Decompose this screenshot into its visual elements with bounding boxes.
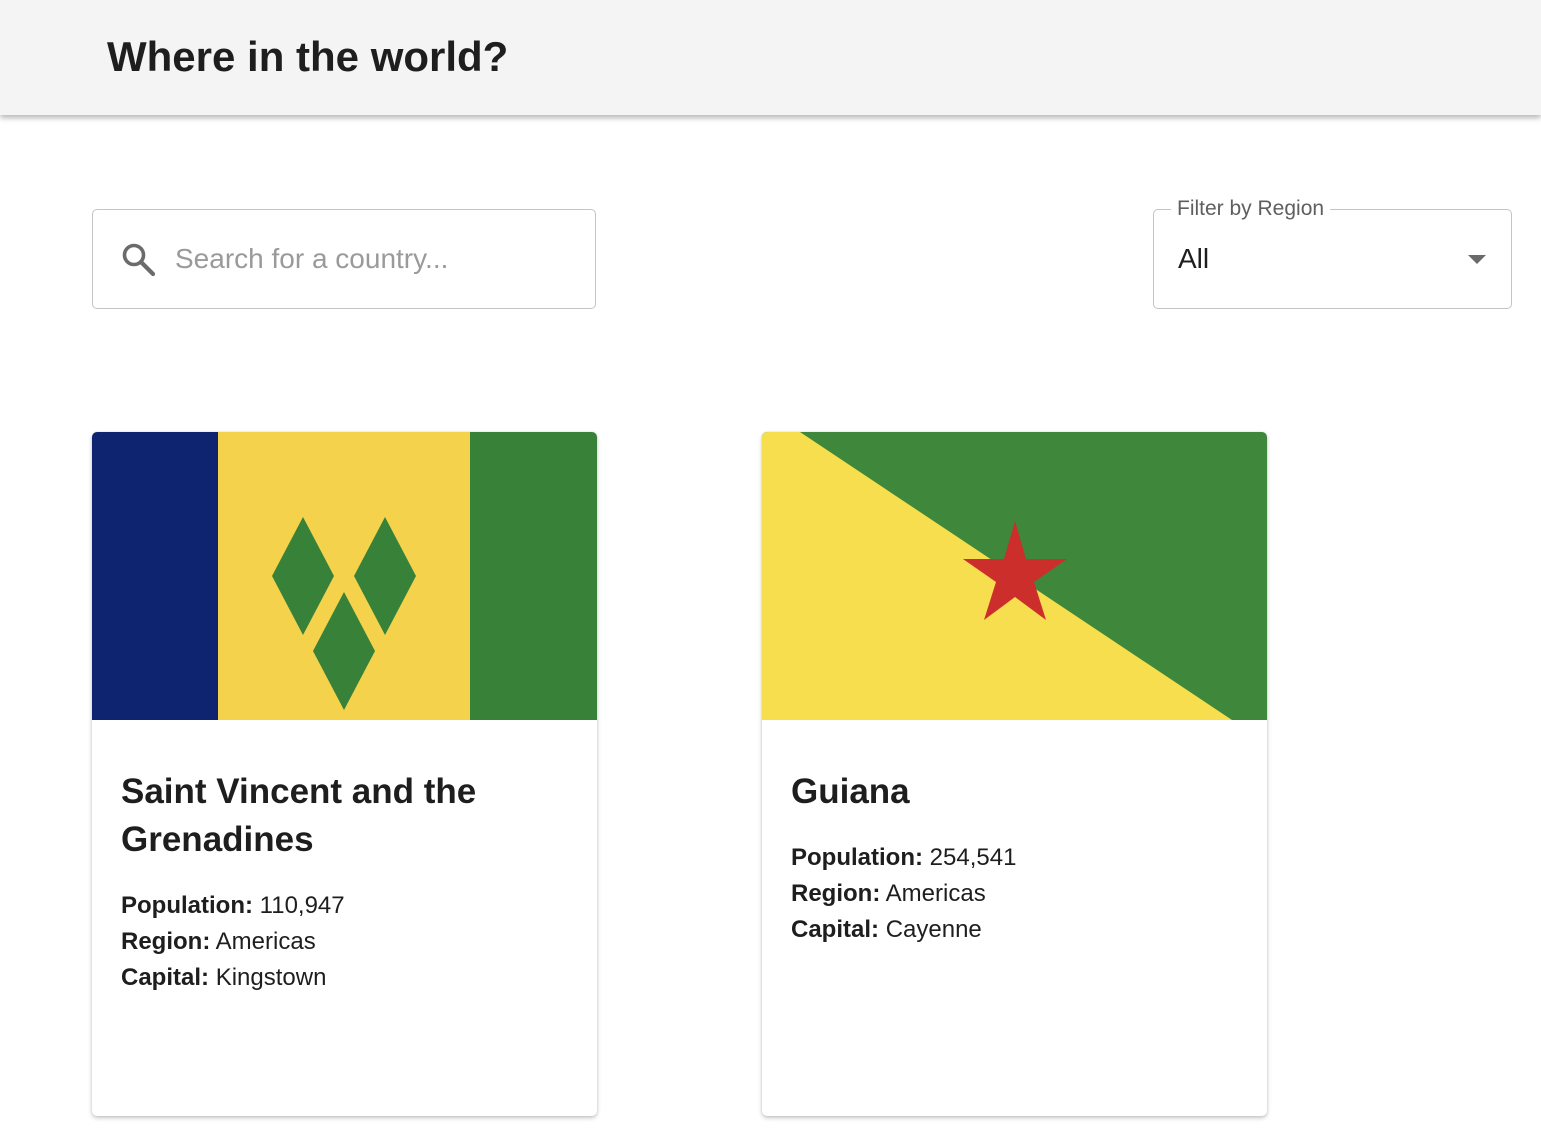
country-stats: Population: 110,947 Region: Americas Cap… xyxy=(121,888,345,996)
region-filter-value[interactable]: All xyxy=(1178,243,1209,275)
flag-guiana-image xyxy=(762,432,1267,720)
chevron-down-icon[interactable] xyxy=(1468,255,1486,264)
capital-row: Capital: Kingstown xyxy=(121,960,345,996)
region-label: Region: xyxy=(791,880,881,907)
country-name: Guiana xyxy=(791,772,910,811)
region-value: Americas xyxy=(885,880,986,907)
population-row: Population: 254,541 xyxy=(791,840,1016,876)
region-filter-label: Filter by Region xyxy=(1171,197,1331,221)
search-input[interactable] xyxy=(175,236,575,282)
flag-saint-vincent-image xyxy=(92,432,597,720)
capital-row: Capital: Cayenne xyxy=(791,912,1016,948)
region-row: Region: Americas xyxy=(121,924,345,960)
region-label: Region: xyxy=(121,928,211,955)
search-icon xyxy=(122,243,156,277)
population-value: 254,541 xyxy=(929,844,1017,871)
capital-value: Cayenne xyxy=(885,916,982,943)
country-name: Saint Vincent and the Grenadines xyxy=(121,772,477,859)
population-row: Population: 110,947 xyxy=(121,888,345,924)
capital-label: Capital: xyxy=(121,964,210,991)
country-card[interactable]: Saint Vincent and the Grenadines Populat… xyxy=(92,432,597,1116)
app-title: Where in the world? xyxy=(107,33,509,80)
population-value: 110,947 xyxy=(259,892,345,919)
country-card[interactable]: Guiana Population: 254,541 Region: Ameri… xyxy=(762,432,1267,1116)
country-stats: Population: 254,541 Region: Americas Cap… xyxy=(791,840,1016,948)
capital-value: Kingstown xyxy=(215,964,327,991)
region-value: Americas xyxy=(215,928,316,955)
capital-label: Capital: xyxy=(791,916,880,943)
app-header: Where in the world? xyxy=(0,0,1541,115)
region-row: Region: Americas xyxy=(791,876,1016,912)
population-label: Population: xyxy=(121,892,253,919)
population-label: Population: xyxy=(791,844,923,871)
